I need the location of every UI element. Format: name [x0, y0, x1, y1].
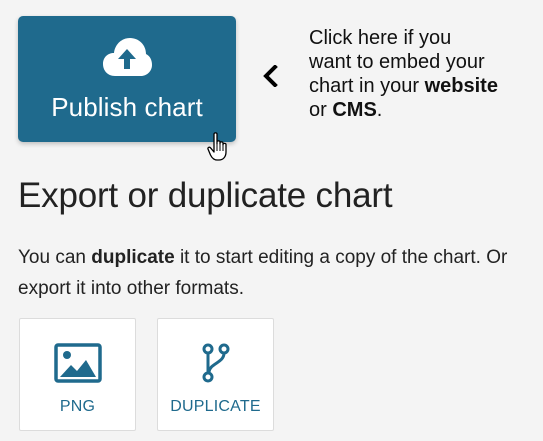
hint-bold-cms: CMS [332, 99, 377, 121]
publish-hint-text: Click here if you want to embed your cha… [309, 26, 534, 122]
chevron-left-icon [263, 65, 278, 87]
hint-text-segment: . [376, 99, 383, 121]
export-png-button[interactable]: PNG [19, 318, 136, 431]
duplicate-chart-label: DUPLICATE [170, 398, 261, 415]
hint-line: or CMS. [309, 98, 534, 122]
hint-text-segment: chart in your [309, 75, 425, 97]
export-section-description: You can duplicate it to start editing a … [18, 242, 538, 304]
hand-cursor-icon [207, 132, 227, 161]
publish-chart-label: Publish chart [51, 92, 203, 122]
export-png-label: PNG [59, 398, 96, 415]
hint-line: Click here if you [309, 27, 452, 49]
publish-chart-button[interactable]: Publish chart [18, 16, 236, 142]
image-icon [53, 343, 102, 383]
cloud-upload-icon [103, 38, 152, 76]
hint-line: chart in your website [309, 74, 534, 98]
export-section-title: Export or duplicate chart [18, 176, 393, 215]
desc-bold-duplicate: duplicate [91, 247, 175, 268]
desc-text-segment: You can [18, 247, 92, 268]
fork-icon [202, 343, 229, 383]
duplicate-chart-button[interactable]: DUPLICATE [157, 318, 274, 431]
hint-text-segment: or [309, 99, 333, 121]
hint-line: want to embed your [309, 51, 485, 73]
hint-bold-website: website [424, 75, 498, 97]
